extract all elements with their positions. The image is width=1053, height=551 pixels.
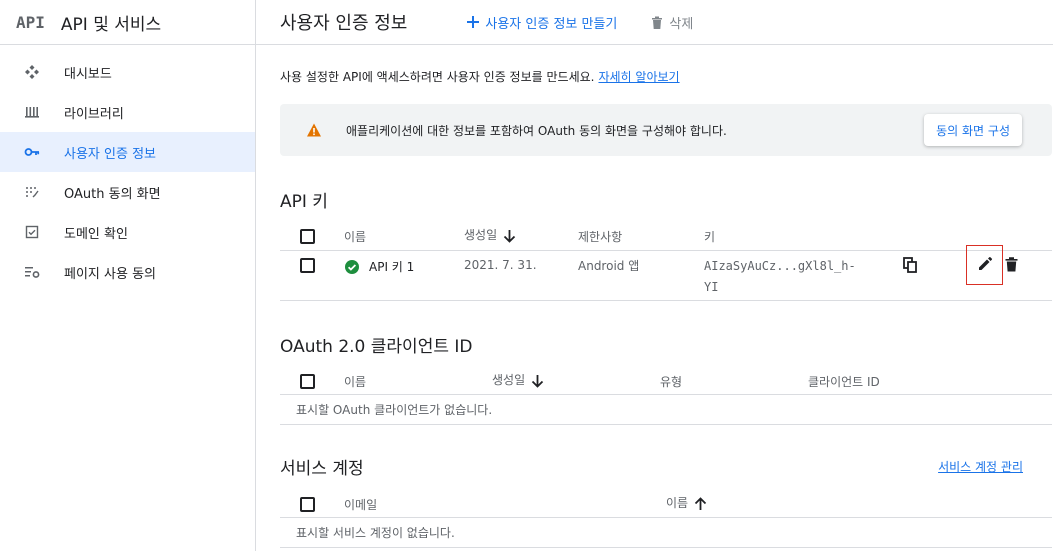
table-header-row: 이름 생성일 제한사항 키: [280, 221, 1052, 251]
api-key-created: 2021. 7. 31.: [464, 258, 537, 272]
oauth-empty-message: 표시할 OAuth 클라이언트가 없습니다.: [296, 403, 493, 417]
arrow-up-icon: [694, 496, 707, 510]
column-header-name: 이름: [344, 375, 367, 389]
check-circle-icon: [345, 259, 359, 274]
library-icon: [24, 104, 40, 120]
api-logo: API: [16, 12, 45, 32]
sidebar-item-library[interactable]: 라이브러리: [0, 92, 255, 132]
sidebar-item-page-usage-agreement[interactable]: 페이지 사용 동의: [0, 252, 255, 292]
sidebar-item-oauth-consent[interactable]: OAuth 동의 화면: [0, 172, 255, 212]
api-key-name-cell[interactable]: API 키 1: [344, 258, 414, 275]
empty-row: 표시할 서비스 계정이 없습니다.: [280, 518, 1052, 548]
sidebar-item-label: 도메인 확인: [64, 226, 128, 242]
api-keys-title: API 키: [280, 192, 328, 212]
service-accounts-title: 서비스 계정: [280, 459, 364, 479]
edit-key-button[interactable]: [976, 255, 994, 273]
column-header-key: 키: [704, 230, 716, 244]
create-credentials-button[interactable]: 사용자 인증 정보 만들기: [467, 13, 617, 32]
intro-message: 사용 설정한 API에 액세스하려면 사용자 인증 정보를 만드세요.: [280, 70, 595, 84]
plus-icon: [467, 16, 480, 28]
sidebar-item-credentials[interactable]: 사용자 인증 정보: [0, 132, 255, 172]
arrow-down-icon: [531, 374, 544, 388]
api-key-value-line2: YI: [704, 280, 719, 294]
select-all-checkbox[interactable]: [300, 497, 315, 512]
warning-icon: [307, 123, 321, 137]
select-all-checkbox[interactable]: [300, 229, 315, 244]
sidebar-item-label: 대시보드: [64, 66, 112, 82]
sidebar-item-label: 라이브러리: [64, 106, 124, 122]
pencil-icon: [979, 256, 993, 270]
api-key-value: AIzaSyAuCz...gXl8l_h- YI: [704, 256, 856, 298]
sidebar-item-dashboard[interactable]: 대시보드: [0, 52, 255, 92]
dashboard-icon: [24, 64, 40, 80]
intro-text: 사용 설정한 API에 액세스하려면 사용자 인증 정보를 만드세요. 자세히 알…: [280, 68, 680, 85]
column-header-created-label: 생성일: [464, 228, 498, 242]
consent-icon: [24, 184, 40, 200]
column-header-email: 이메일: [344, 498, 378, 512]
column-header-name-label: 이름: [666, 496, 689, 510]
main-content: 사용자 인증 정보 사용자 인증 정보 만들기 삭제 사용 설정한 API에 액…: [256, 0, 1053, 551]
service-accounts-empty-message: 표시할 서비스 계정이 없습니다.: [296, 526, 455, 540]
oauth-clients-title: OAuth 2.0 클라이언트 ID: [280, 337, 473, 357]
page-title: 사용자 인증 정보: [280, 13, 408, 34]
copy-key-button[interactable]: [901, 256, 919, 274]
manage-service-accounts-link[interactable]: 서비스 계정 관리: [938, 458, 1023, 475]
column-header-created-label: 생성일: [492, 373, 526, 387]
table-header-row: 이메일 이름: [280, 490, 1052, 518]
delete-label: 삭제: [669, 16, 694, 32]
column-header-name[interactable]: 이름: [666, 494, 707, 511]
arrow-down-icon: [503, 229, 516, 243]
api-key-value-line1: AIzaSyAuCz...gXl8l_h-: [704, 259, 856, 273]
api-key-restriction: Android 앱: [578, 259, 640, 273]
column-header-created[interactable]: 생성일: [464, 226, 516, 243]
row-checkbox[interactable]: [300, 258, 315, 273]
key-icon: [24, 144, 40, 160]
checkbox-icon: [24, 224, 40, 240]
column-header-name: 이름: [344, 230, 367, 244]
settings-list-icon: [24, 264, 40, 280]
column-header-created[interactable]: 생성일: [492, 371, 544, 388]
select-all-checkbox[interactable]: [300, 374, 315, 389]
empty-row: 표시할 OAuth 클라이언트가 없습니다.: [280, 395, 1052, 425]
trash-icon: [652, 16, 663, 29]
delete-key-button[interactable]: [1002, 255, 1020, 273]
delete-button[interactable]: 삭제: [651, 13, 693, 32]
configure-consent-screen-button[interactable]: 동의 화면 구성: [924, 114, 1022, 146]
sidebar-item-domain-verification[interactable]: 도메인 확인: [0, 212, 255, 252]
column-header-client-id: 클라이언트 ID: [808, 375, 880, 389]
sidebar: API API 및 서비스 대시보드 라이브러리 사용자 인증 정보 OAuth…: [0, 0, 256, 551]
copy-icon: [903, 257, 917, 273]
banner-message: 애플리케이션에 대한 정보를 포함하여 OAuth 동의 화면을 구성해야 합니…: [346, 123, 727, 138]
sidebar-item-label: OAuth 동의 화면: [64, 186, 161, 202]
create-credentials-label: 사용자 인증 정보 만들기: [485, 16, 618, 32]
sidebar-header: API API 및 서비스: [0, 0, 255, 45]
sidebar-nav: 대시보드 라이브러리 사용자 인증 정보 OAuth 동의 화면 도메인 확인: [0, 52, 255, 292]
sidebar-title: API 및 서비스: [60, 14, 162, 35]
api-key-name: API 키 1: [369, 260, 415, 274]
table-row: API 키 1 2021. 7. 31. Android 앱 AIzaSyAuC…: [280, 245, 1052, 301]
sidebar-item-label: 페이지 사용 동의: [64, 266, 156, 282]
column-header-type: 유형: [660, 375, 683, 389]
oauth-consent-banner: 애플리케이션에 대한 정보를 포함하여 OAuth 동의 화면을 구성해야 합니…: [280, 104, 1052, 156]
top-bar: 사용자 인증 정보 사용자 인증 정보 만들기 삭제: [256, 0, 1053, 45]
column-header-restrictions: 제한사항: [578, 230, 623, 244]
trash-icon: [1005, 256, 1017, 271]
sidebar-item-label: 사용자 인증 정보: [64, 146, 156, 162]
learn-more-link[interactable]: 자세히 알아보기: [598, 70, 679, 84]
table-header-row: 이름 생성일 유형 클라이언트 ID: [280, 367, 1052, 395]
